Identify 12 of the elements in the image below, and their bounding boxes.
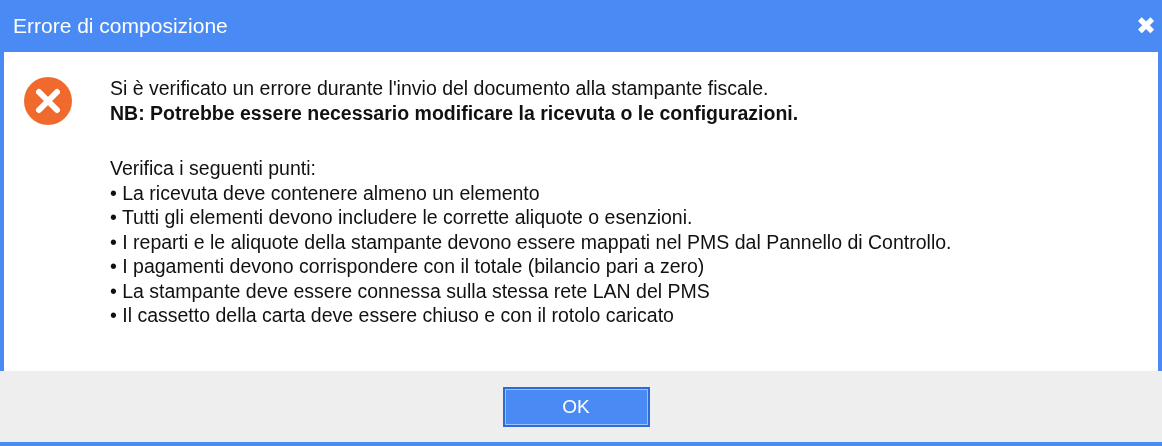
checklist-item: • I reparti e le aliquote della stampante devono essere mappati nel PMS dal Pannello di Controllo. bbox=[110, 229, 952, 254]
checklist-item: • Il cassetto della carta deve essere chiuso e con il rotolo caricato bbox=[110, 303, 675, 328]
error-message: Si è verificato un errore durante l'invio del documento alla stampante fiscale. bbox=[110, 76, 770, 101]
ok-button[interactable]: OK bbox=[502, 386, 650, 427]
note-text: NB: Potrebbe essere necessario modificare la ricevuta o le configurazioni. bbox=[110, 100, 800, 125]
checklist-heading: Verifica i seguenti punti: bbox=[110, 156, 317, 181]
checklist-item: • Tutti gli elementi devono includere le corrette aliquote o esenzioni. bbox=[110, 205, 694, 230]
checklist-item: • I pagamenti devono corrispondere con il totale (bilancio pari a zero) bbox=[110, 254, 706, 279]
checklist-item: • La stampante deve essere connessa sulla stessa rete LAN del PMS bbox=[110, 278, 711, 303]
error-icon bbox=[23, 76, 73, 126]
window-title: Errore di composizione bbox=[13, 14, 228, 38]
checklist-item: • La ricevuta deve contenere almeno un elemento bbox=[110, 180, 541, 205]
